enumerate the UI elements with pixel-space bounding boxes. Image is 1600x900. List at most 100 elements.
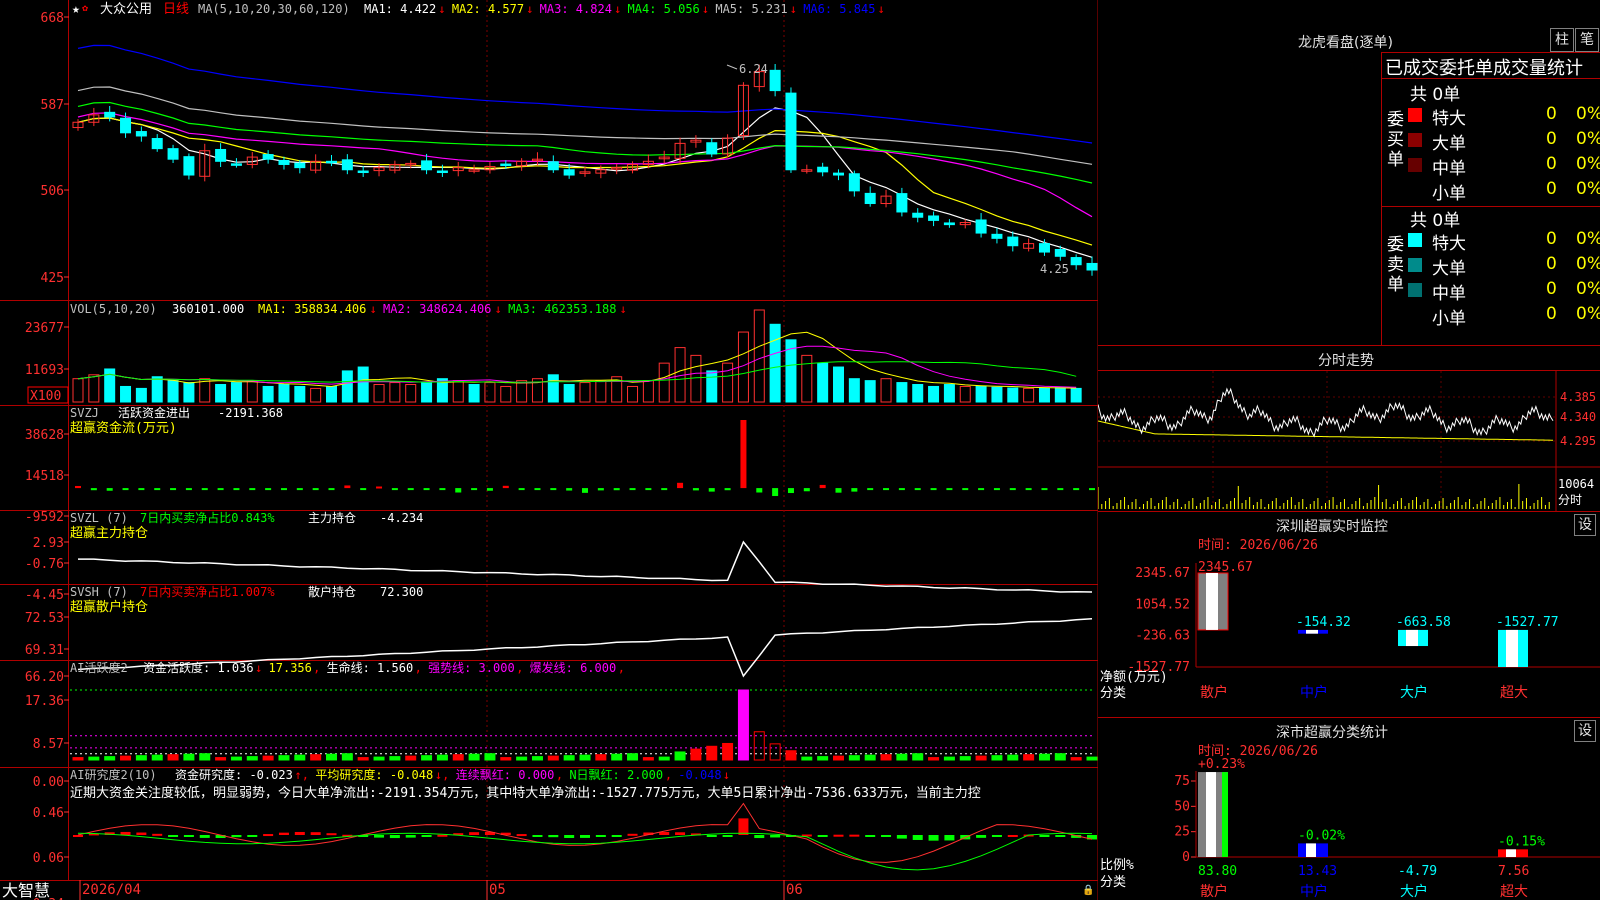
activity-bar [278, 755, 290, 761]
candle [1086, 256, 1098, 276]
intraday-chart[interactable]: 4.385 4.340 4.295 10064 分时 [1098, 371, 1600, 511]
activity-bar [262, 755, 274, 761]
classify-settings-button[interactable]: 设 [1574, 720, 1596, 742]
monitor-xlabel: 分类 [1100, 686, 1126, 701]
volume-bar [135, 387, 147, 403]
ma-value-arrow-0: ↓ [438, 2, 445, 16]
order-type: 小单 [1432, 184, 1466, 204]
monitor-cat-2: 大户 [1400, 684, 1428, 701]
fund-flow-bar [296, 488, 303, 491]
research-bar [928, 835, 939, 841]
candle [88, 107, 100, 127]
fund-flow-bar [978, 488, 985, 491]
volume-bar [88, 374, 100, 403]
activity-bars [70, 689, 1098, 761]
order-row-特大: 特大 0 0% [1408, 104, 1600, 129]
activity-bar [785, 750, 797, 761]
activity-bar [1086, 756, 1098, 761]
classify-y-1: 50 [1174, 799, 1190, 814]
activity-bar [642, 757, 654, 761]
research-line-red [77, 802, 1093, 863]
ma-value-5: MA6: 5.845 [803, 2, 875, 16]
monitor-settings-button[interactable]: 设 [1574, 514, 1596, 536]
ai2-y-tick-1: 0.06 [33, 851, 64, 866]
volume-bar [722, 362, 734, 403]
monitor-y-2: -236.63 [1135, 629, 1190, 644]
lock-icon[interactable]: 🔒 [1082, 884, 1094, 896]
svzj-label: SVZJ [70, 406, 99, 420]
ma-value-arrow-3: ↓ [702, 2, 709, 16]
ma-lines [77, 44, 1093, 258]
volume-bar [262, 385, 274, 403]
sell-side-label: 委卖单 [1387, 235, 1404, 295]
activity-bar [1023, 754, 1035, 761]
vol-ma-value-2: MA3: 462353.188 [508, 302, 616, 316]
ma-params: MA(5,10,20,30,60,120) [198, 2, 350, 16]
candle [452, 161, 464, 177]
monitor-y-1: 1054.52 [1135, 597, 1190, 612]
fund-flow-bar [154, 488, 161, 491]
volume-bar [326, 385, 337, 403]
research-bar [168, 835, 179, 837]
volume-bar [405, 384, 417, 403]
candle [1070, 254, 1082, 270]
research-bar [991, 835, 1002, 837]
tick-mode-button[interactable]: 笔 [1575, 28, 1599, 52]
ma-value-arrow-2: ↓ [614, 2, 621, 16]
order-percent: 0% [1576, 279, 1600, 299]
classify-top-1: -0.02% [1298, 828, 1345, 843]
period-label[interactable]: 日线 [163, 2, 189, 17]
fund-flow-bar [391, 488, 398, 491]
monitor-cat-3: 超大 [1500, 685, 1528, 701]
monitor-bar-大户 [1398, 629, 1428, 647]
volume-bar [579, 382, 591, 403]
volume-bar [991, 386, 1003, 403]
candle [690, 135, 702, 148]
fund-flow-bar [439, 488, 446, 491]
main-y-tick-2: 506 [41, 184, 64, 199]
color-swatch [1408, 108, 1422, 122]
activity-bar [230, 756, 242, 761]
candle [547, 155, 559, 173]
activity-bar [547, 755, 559, 761]
order-type: 中单 [1432, 284, 1466, 304]
high-price-label: 6.24 [739, 62, 768, 76]
monitor-time: 时间: 2026/06/26 [1198, 538, 1318, 553]
bar-mode-button[interactable]: 柱 [1550, 28, 1574, 52]
vol-ma-value-arrow-1: ↓ [495, 302, 502, 316]
activity-bar [801, 756, 813, 761]
favorite-star-icon[interactable]: ★ [72, 2, 80, 17]
research-bar [183, 835, 194, 837]
research-bar [516, 834, 527, 837]
volume-bar [230, 382, 242, 403]
candle [975, 213, 987, 238]
activity-bar [326, 753, 337, 761]
intraday-time-label: 分时 [1558, 493, 1582, 507]
candle [833, 169, 844, 181]
classify-y-0: 75 [1174, 774, 1190, 789]
order-volume: 0 [1546, 129, 1557, 149]
ma-value-0: MA1: 4.422 [364, 2, 436, 16]
fund-flow-bar [471, 488, 478, 491]
volume-bar [246, 380, 258, 403]
kline-chart-area[interactable]: ★ ✿ 大众公用 日线 MA(5,10,20,30,60,120) MA1: 4… [0, 0, 1098, 900]
fund-flow-bar [803, 488, 810, 492]
fund-flow-bar [1025, 488, 1032, 491]
research-bar [310, 832, 321, 835]
activity-bar [864, 754, 876, 761]
order-percent: 0% [1576, 254, 1600, 274]
volume-bar [864, 380, 876, 403]
candle [928, 211, 940, 227]
classify-xlabel: 分类 [1100, 875, 1126, 890]
svsh-value: 72.300 [380, 585, 423, 599]
volume-bar [516, 380, 528, 403]
research-bar [199, 835, 210, 838]
svzj-line-name: 活跃资金进出 [118, 405, 190, 420]
classify-cat-1: 中户 [1300, 883, 1328, 900]
order-row-特大: 特大 0 0% [1408, 229, 1600, 254]
activity-bar [104, 756, 116, 761]
fund-flow-bar [740, 420, 747, 489]
research-bar [817, 835, 828, 837]
ai1-item-3: 强势线: 3.000 [428, 661, 515, 675]
fund-flow-bars [75, 420, 1095, 497]
